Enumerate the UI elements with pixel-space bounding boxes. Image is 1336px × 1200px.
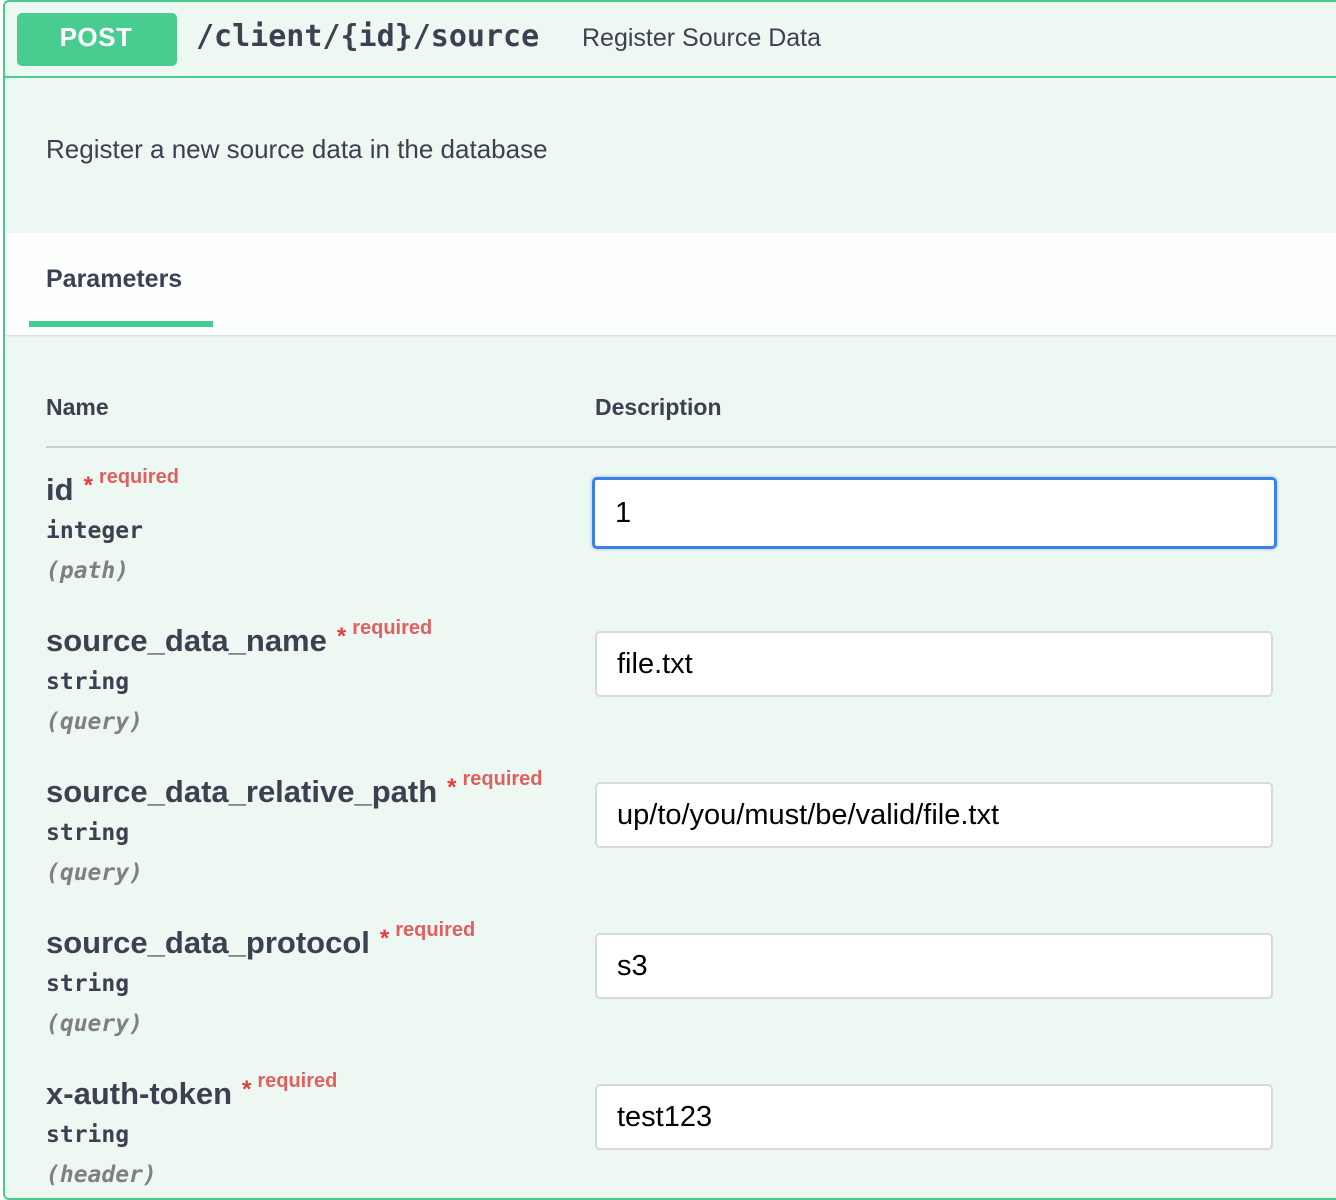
parameter-type: string xyxy=(46,669,130,695)
parameter-row-source-data-relative-path: source_data_relative_path * required strin… xyxy=(46,766,543,886)
column-header-name: Name xyxy=(46,394,109,420)
required-label: required xyxy=(462,768,543,790)
parameter-location: (query) xyxy=(46,860,143,886)
parameter-location: (query) xyxy=(46,1011,143,1037)
parameter-row-id: id * required integer (path) xyxy=(46,464,179,584)
required-label: required xyxy=(257,1070,338,1092)
required-label: required xyxy=(395,919,476,941)
required-label: required xyxy=(352,617,433,639)
header-divider xyxy=(46,446,1336,448)
parameter-name: source_data_relative_path xyxy=(46,774,438,809)
parameter-type: string xyxy=(46,1122,130,1148)
operation-summary-text: Register Source Data xyxy=(582,24,822,52)
x-auth-token-input[interactable] xyxy=(595,1084,1273,1150)
parameter-type: string xyxy=(46,820,130,846)
required-star: * xyxy=(336,623,347,650)
column-header-description: Description xyxy=(595,394,722,420)
parameter-type: string xyxy=(46,971,130,997)
parameter-name: source_data_protocol xyxy=(46,925,370,960)
tab-parameters[interactable]: Parameters xyxy=(46,265,182,294)
required-label: required xyxy=(98,466,179,488)
parameters-section-header: Parameters xyxy=(5,233,1336,335)
operation-path: /client/{id}/source xyxy=(196,19,540,54)
operation-block: POST /client/{id}/source Register Source… xyxy=(3,0,1336,1200)
parameter-type: integer xyxy=(46,518,143,544)
source-data-name-input[interactable] xyxy=(595,631,1273,697)
id-input[interactable] xyxy=(592,477,1277,549)
parameter-name: source_data_name xyxy=(46,623,327,658)
required-star: * xyxy=(447,774,457,801)
method-badge: POST xyxy=(17,13,177,66)
parameter-location: (query) xyxy=(46,709,143,735)
parameter-row-source-data-name: source_data_name * required string (query) xyxy=(46,615,432,735)
required-star: * xyxy=(242,1076,252,1103)
parameter-location: (path) xyxy=(46,558,130,584)
tab-active-indicator xyxy=(29,321,213,327)
parameter-location: (header) xyxy=(46,1162,157,1188)
parameter-name: id xyxy=(46,472,74,507)
parameter-row-source-data-protocol: source_data_protocol * required string (qu… xyxy=(46,917,475,1037)
operation-description: Register a new source data in the databa… xyxy=(46,134,548,164)
parameter-name: x-auth-token xyxy=(46,1076,232,1111)
required-star: * xyxy=(379,925,390,952)
parameter-row-x-auth-token: x-auth-token * required string (header) xyxy=(46,1068,337,1188)
operation-summary[interactable]: POST /client/{id}/source Register Source… xyxy=(5,2,1336,78)
source-data-protocol-input[interactable] xyxy=(595,933,1273,999)
source-data-relative-path-input[interactable] xyxy=(595,782,1273,848)
required-star: * xyxy=(83,472,93,499)
